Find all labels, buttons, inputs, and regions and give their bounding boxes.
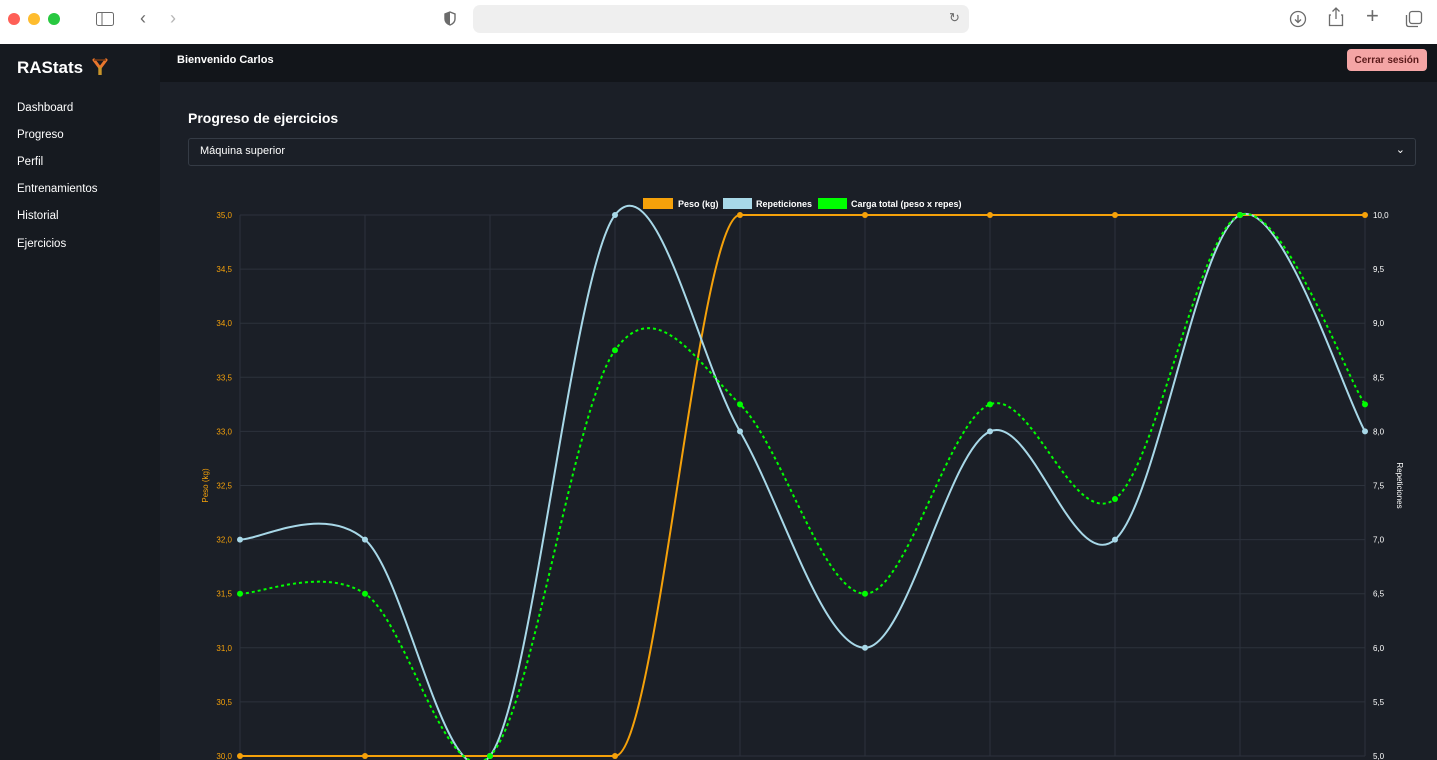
sidebar-toggle-icon[interactable] xyxy=(96,12,114,26)
tab-overview-icon[interactable] xyxy=(1405,10,1423,28)
page-title: Progreso de ejercicios xyxy=(188,110,339,126)
sidebar-item-ejercicios[interactable]: Ejercicios xyxy=(17,238,66,250)
downloads-icon[interactable] xyxy=(1289,10,1307,28)
sidebar: RAStats Dashboard Progreso Perfil Entren… xyxy=(0,44,160,760)
sidebar-item-progreso[interactable]: Progreso xyxy=(17,129,64,141)
share-icon[interactable] xyxy=(1328,7,1344,27)
brand[interactable]: RAStats xyxy=(17,58,109,78)
reload-icon[interactable]: ↻ xyxy=(949,8,960,28)
exercise-select[interactable]: Máquina superior ⌄ xyxy=(188,138,1416,166)
welcome-text: Bienvenido Carlos xyxy=(177,54,274,66)
minimize-window-button[interactable] xyxy=(28,13,40,25)
back-icon[interactable]: ‹ xyxy=(140,8,146,28)
sidebar-item-historial[interactable]: Historial xyxy=(17,210,59,222)
browser-toolbar: ‹ › ↻ + xyxy=(0,0,1437,45)
topbar: Bienvenido Carlos Cerrar sesión xyxy=(160,44,1437,82)
main-content: Progreso de ejercicios Máquina superior … xyxy=(160,82,1437,760)
new-tab-icon[interactable]: + xyxy=(1366,5,1379,27)
privacy-shield-icon[interactable] xyxy=(444,11,456,26)
slingshot-logo-icon xyxy=(92,58,108,75)
app: RAStats Dashboard Progreso Perfil Entren… xyxy=(0,44,1437,760)
zoom-window-button[interactable] xyxy=(48,13,60,25)
forward-icon[interactable]: › xyxy=(170,8,176,28)
brand-name: RAStats xyxy=(17,58,84,77)
address-bar[interactable]: ↻ xyxy=(473,5,969,33)
sidebar-item-dashboard[interactable]: Dashboard xyxy=(17,102,73,114)
sidebar-item-entrenamientos[interactable]: Entrenamientos xyxy=(17,183,98,195)
exercise-select-value: Máquina superior xyxy=(200,145,285,157)
close-window-button[interactable] xyxy=(8,13,20,25)
sidebar-item-perfil[interactable]: Perfil xyxy=(17,156,43,168)
chevron-down-icon: ⌄ xyxy=(1395,144,1405,156)
logout-button[interactable]: Cerrar sesión xyxy=(1346,49,1427,71)
